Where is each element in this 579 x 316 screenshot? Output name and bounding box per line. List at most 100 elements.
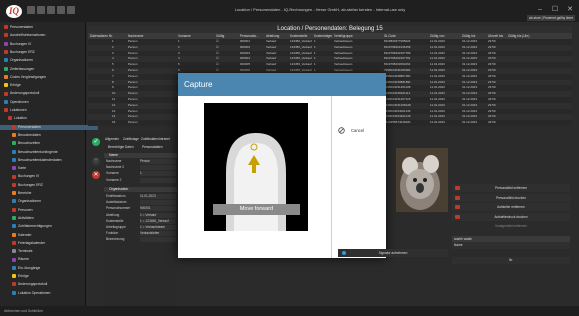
select-name[interactable]: Name [452, 242, 570, 249]
quick-access-icon[interactable] [27, 6, 35, 14]
tree-item[interactable]: Lokationen [0, 108, 27, 113]
field-value[interactable]: 1 = 123456_Verkauf [140, 218, 176, 224]
group-organisation-header[interactable]: Organisation [104, 187, 177, 192]
tree-item[interactable]: Lokation [0, 116, 27, 121]
tree-node-icon [4, 91, 8, 96]
tree-item[interactable]: Räume [0, 257, 29, 262]
quick-access-icon[interactable] [57, 6, 65, 14]
tree-item[interactable]: Codes Vergünstigungen [0, 75, 46, 80]
tree-node-icon [12, 290, 16, 295]
detail-tab[interactable]: Allgemein [105, 137, 119, 141]
table-cell: 11.01.2023 [430, 120, 445, 125]
tree-item[interactable]: Besuchszeitenkalenderdaten [0, 158, 62, 163]
user-info[interactable]: ab-store | Powered gallhy timer [527, 15, 575, 21]
select-number[interactable]: Nr. [452, 257, 570, 264]
tree-item[interactable]: Buchungen IV [0, 42, 31, 47]
minimize-icon[interactable]: – [534, 5, 546, 15]
tree-item[interactable]: Personen [0, 208, 33, 213]
tree-item-label: Ein-/Ausgänge [18, 265, 41, 270]
add-button[interactable]: + [92, 157, 100, 165]
tree-item[interactable]: Kalender [0, 233, 32, 238]
quick-access-icon[interactable] [47, 6, 55, 14]
tree-item[interactable]: Buchungen ERZ [0, 50, 35, 55]
tree-item[interactable]: Zeiterfassungen [0, 67, 34, 72]
field-label: Austrittsdatum [106, 200, 127, 205]
person-photo [396, 148, 448, 212]
tree-item-label: Erfolge [10, 83, 21, 88]
delete-button[interactable]: ✕ [92, 171, 100, 179]
quick-access-icon[interactable] [37, 6, 45, 14]
field-label: Vorname 2 [106, 177, 122, 182]
tree-node-icon [12, 265, 16, 270]
tree-item[interactable]: Buchungen IV [0, 174, 39, 179]
detail-action-button[interactable]: Personaldaten [142, 145, 163, 149]
photo-action-button[interactable]: Aufsteller entfernen [452, 203, 570, 211]
field-value[interactable] [140, 200, 176, 206]
tree-item[interactable]: Erfolge [0, 83, 21, 88]
photo-action-button[interactable]: Personalbild entfernen [452, 184, 570, 192]
tree-node-icon [4, 41, 8, 46]
field-label: Nachname 2 [106, 165, 125, 170]
confirm-button[interactable]: ✓ [92, 138, 100, 146]
field-value[interactable]: 1 [140, 171, 176, 177]
tree-item[interactable]: Feiertagskalender [0, 241, 45, 246]
extra-label: Vorlagenbild entfernen [495, 224, 527, 228]
field-value[interactable] [140, 165, 176, 171]
tree-item[interactable]: Terminals [0, 249, 33, 254]
tree-item[interactable]: Besucherdaten [0, 133, 41, 138]
cancel-button[interactable]: Cancel [338, 126, 378, 135]
field-value[interactable]: 11.01.2023 [140, 194, 176, 199]
field-value[interactable]: Verkaufsleiter [140, 231, 176, 237]
field-value[interactable]: Person [140, 159, 176, 164]
photo-action-button[interactable]: Aufstellerdruck drucken [452, 212, 570, 221]
field-value[interactable] [140, 237, 176, 243]
field-label: Arbeitsgruppe [106, 225, 126, 229]
tree-item-label: Terminals [18, 249, 33, 254]
photo-action-button[interactable]: Personalbild drucken [452, 193, 570, 202]
tree-item[interactable]: Lokation Operationen [0, 291, 50, 296]
tree-item[interactable]: Änderungsprotokoll [0, 282, 47, 287]
group-name-header[interactable]: Name [104, 153, 177, 158]
tree-node-icon [12, 282, 16, 287]
quick-access-icon[interactable] [67, 6, 75, 14]
field-value[interactable] [140, 177, 176, 183]
tree-node-icon [12, 240, 16, 245]
field-value[interactable]: 1 = Verkaufsteam [140, 225, 176, 230]
detail-tab[interactable]: Zutrittstage [123, 137, 139, 141]
tree-item[interactable]: Operationen [0, 100, 29, 105]
window-title: Location / Personendaten - IQ-Rechnungen… [234, 7, 406, 12]
tree-item[interactable]: Besuchszeitenkontingente [0, 150, 58, 155]
signature-button[interactable]: Signatur aufnehmen [338, 249, 448, 257]
tree-item-label: Erfolge [18, 274, 29, 278]
detail-tab[interactable]: Intranet [159, 137, 170, 141]
tree-item[interactable]: Personendaten [0, 124, 98, 130]
tree-item-label: Lokationen [10, 108, 27, 112]
tree-item-label: Feiertagskalender [18, 240, 46, 245]
photo-action-label: Personalbild drucken [496, 195, 526, 200]
field-value[interactable]: 1 = Verkauf [140, 212, 176, 218]
detail-action-button[interactable]: Berechtigte Daten [108, 145, 134, 149]
field-value[interactable]: 900001 [140, 206, 176, 212]
status-bar: Abbrechen und Schließen [0, 306, 579, 316]
tree-item[interactable]: Ein-/Ausgänge [0, 266, 40, 271]
tree-item[interactable]: Organisationen [0, 58, 33, 63]
tree-item[interactable]: Personendaten [0, 25, 33, 30]
close-icon[interactable]: ✕ [564, 5, 576, 15]
field-label: Personalnummer [106, 206, 131, 211]
detail-tab[interactable]: Zutrittsdaten [141, 137, 159, 141]
tree-item-label: Buchungen IV [18, 174, 40, 179]
tree-item[interactable]: Buchungen ERZ [0, 183, 43, 188]
tree-item[interactable]: Bereiche [0, 191, 31, 196]
tree-item[interactable]: Änderungsprotokoll [0, 91, 39, 96]
maximize-icon[interactable]: ☐ [549, 5, 561, 15]
tree-item[interactable]: Zutrittsberechtigungen [0, 224, 52, 229]
tree-item[interactable]: Karte [0, 166, 26, 171]
tree-item[interactable]: Aktivitäten [0, 216, 34, 221]
tree-item[interactable]: Besuchszeiten [0, 141, 40, 146]
tree-item-label: Karte [18, 166, 27, 171]
cancel-label: Cancel [351, 128, 365, 133]
tree-item-label: Zeiterfassungen [10, 66, 35, 71]
tree-item[interactable]: Auschriftsinformationen [0, 33, 45, 38]
tree-item[interactable]: Organisationen [0, 199, 41, 204]
tree-item[interactable]: Erfolge [0, 274, 29, 279]
